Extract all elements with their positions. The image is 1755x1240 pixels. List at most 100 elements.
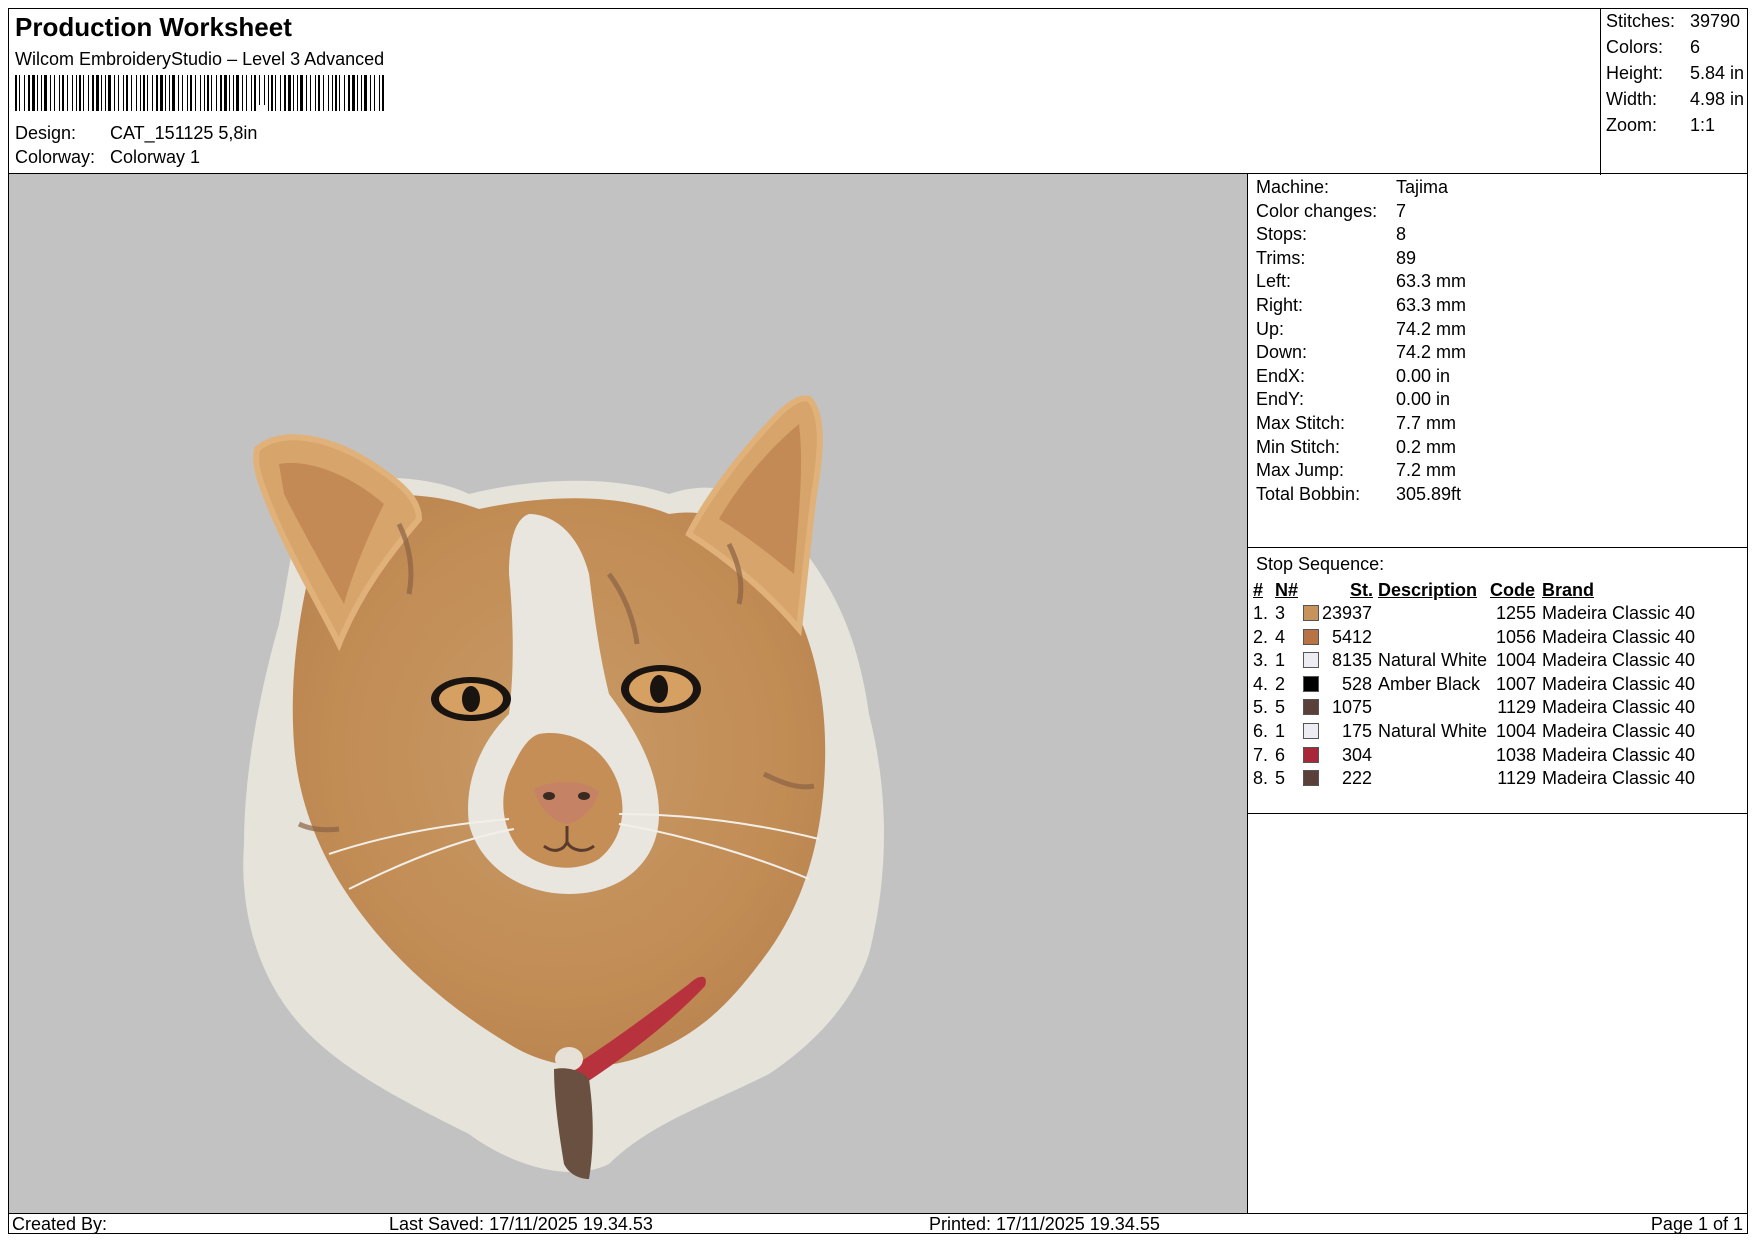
info-label: EndY: xyxy=(1256,389,1305,410)
row-brand: Madeira Classic 40 xyxy=(1542,626,1696,647)
info-value: 63.3 mm xyxy=(1396,295,1467,315)
row-brand: Madeira Classic 40 xyxy=(1542,673,1696,694)
info-value: 8 xyxy=(1396,224,1407,245)
cat-nostril xyxy=(578,792,590,800)
row-brand: Madeira Classic 40 xyxy=(1542,650,1696,671)
info-value: 7.7 mm xyxy=(1396,413,1457,433)
table-row: 3. 1 8135 Natural White 1004 Madeira Classic … xyxy=(1248,650,1747,676)
stop-sequence-title: Stop Sequence: xyxy=(1256,554,1385,574)
row-index: 4. xyxy=(1253,673,1269,694)
color-swatch xyxy=(1303,770,1319,787)
info-label: Max Stitch: xyxy=(1256,413,1346,433)
color-swatch xyxy=(1303,605,1319,621)
stat-value: 39790 xyxy=(1690,11,1741,31)
created-by: Created By: xyxy=(12,1214,108,1234)
row-stitches: 23937 xyxy=(1321,603,1372,623)
table-row: 6. 1 175 Natural White 1004 Madeira Classic 4… xyxy=(1248,721,1747,747)
info-label: Max Jump: xyxy=(1256,460,1345,481)
info-value: 63.3 mm xyxy=(1396,271,1467,292)
col-header-num: # xyxy=(1253,580,1264,600)
stat-width: Width: 4.98 in xyxy=(1606,89,1744,110)
col-header-code: Code xyxy=(1490,580,1535,600)
row-code: 1004 xyxy=(1495,650,1536,671)
row-description: Natural White xyxy=(1378,721,1488,741)
last-saved: Last Saved: 17/11/2025 19.34.53 xyxy=(389,1214,653,1234)
row-brand: Madeira Classic 40 xyxy=(1542,744,1696,765)
row-index: 2. xyxy=(1253,626,1269,647)
row-stitches: 175 xyxy=(1341,721,1372,741)
row-needle: 3 xyxy=(1275,603,1286,623)
row-brand: Madeira Classic 40 xyxy=(1542,697,1696,718)
info-label: Color changes: xyxy=(1256,200,1378,221)
design-label: Design: xyxy=(15,123,77,143)
row-stitches: 528 xyxy=(1341,673,1372,694)
info-label: Trims: xyxy=(1256,247,1306,268)
design-preview xyxy=(8,173,1248,1214)
info-value: 0.00 in xyxy=(1396,365,1451,386)
row-code: 1129 xyxy=(1497,697,1536,718)
color-swatch xyxy=(1303,723,1319,739)
info-label: Stops: xyxy=(1256,224,1308,245)
row-index: 8. xyxy=(1253,768,1269,789)
row-stitches: 1075 xyxy=(1331,697,1372,718)
toothbrush-head xyxy=(555,1047,583,1071)
col-header-brand: Brand xyxy=(1542,580,1595,600)
row-brand: Madeira Classic 40 xyxy=(1542,768,1696,789)
info-value: Tajima xyxy=(1396,177,1449,197)
cat-eye-right-pupil xyxy=(650,675,668,703)
stat-value: 4.98 in xyxy=(1690,89,1745,109)
info-value: 0.2 mm xyxy=(1396,436,1457,457)
row-stitches: 8135 xyxy=(1331,650,1372,671)
col-header-description: Description xyxy=(1378,580,1478,600)
col-header-st: St. xyxy=(1350,580,1374,600)
info-label: Min Stitch: xyxy=(1256,436,1341,457)
machine-info-row: EndX: 0.00 in xyxy=(1256,366,1450,387)
table-row: 2. 4 5412 1056 Madeira Classic 40 xyxy=(1248,627,1747,653)
row-needle: 2 xyxy=(1275,673,1286,694)
info-label: EndX: xyxy=(1256,365,1306,386)
info-panel: Machine: Tajima Color changes: 7 Stops: 8 Trim… xyxy=(1247,173,1748,1214)
machine-info-row: Down: 74.2 mm xyxy=(1256,342,1466,363)
row-code: 1004 xyxy=(1495,721,1536,741)
info-value: 305.89ft xyxy=(1396,483,1462,504)
info-label: Machine: xyxy=(1256,177,1330,197)
color-swatch xyxy=(1303,675,1319,692)
color-swatch xyxy=(1303,652,1319,669)
machine-info-row: Min Stitch: 0.2 mm xyxy=(1256,437,1456,458)
info-value: 7.2 mm xyxy=(1396,460,1457,481)
machine-info-row: Trims: 89 xyxy=(1256,248,1416,269)
info-label: Right: xyxy=(1256,295,1304,315)
table-row: 4. 2 528 Amber Black 1007 Madeira Classic 40 xyxy=(1248,674,1747,700)
divider xyxy=(1248,813,1747,814)
machine-info-row: Total Bobbin: 305.89ft xyxy=(1256,484,1461,505)
row-needle: 4 xyxy=(1275,626,1286,647)
stat-label: Width: xyxy=(1606,89,1658,109)
machine-info-row: Max Stitch: 7.7 mm xyxy=(1256,413,1456,434)
design-row: Design: CAT_151125 5,8in xyxy=(15,123,257,144)
row-needle: 1 xyxy=(1275,721,1286,741)
row-code: 1038 xyxy=(1495,744,1536,765)
row-code: 1007 xyxy=(1495,673,1536,694)
cat-embroidery-image xyxy=(243,395,885,1179)
cat-eye-left-pupil xyxy=(462,686,480,712)
row-needle: 5 xyxy=(1275,768,1286,789)
cat-nostril xyxy=(543,792,555,800)
stat-label: Stitches: xyxy=(1606,11,1676,31)
machine-info-row: Stops: 8 xyxy=(1256,224,1406,245)
row-brand: Madeira Classic 40 xyxy=(1542,721,1696,741)
row-index: 7. xyxy=(1253,744,1269,765)
stat-value: 6 xyxy=(1690,37,1701,57)
row-needle: 6 xyxy=(1275,744,1286,765)
color-swatch xyxy=(1303,699,1319,716)
worksheet: Production Worksheet Wilcom EmbroiderySt… xyxy=(8,8,1748,1234)
stat-colors: Colors: 6 xyxy=(1606,37,1700,58)
barcode-icon xyxy=(15,75,384,111)
machine-info-row: Up: 74.2 mm xyxy=(1256,319,1466,340)
stat-zoom: Zoom: 1:1 xyxy=(1606,115,1715,136)
row-stitches: 222 xyxy=(1341,768,1372,789)
info-value: 74.2 mm xyxy=(1396,318,1467,339)
stats-panel: Stitches: 39790 Colors: 6 Height: 5.84 in W… xyxy=(1600,9,1749,175)
row-description: Natural White xyxy=(1378,650,1488,671)
machine-info-row: EndY: 0.00 in xyxy=(1256,389,1450,410)
row-brand: Madeira Classic 40 xyxy=(1542,603,1696,623)
